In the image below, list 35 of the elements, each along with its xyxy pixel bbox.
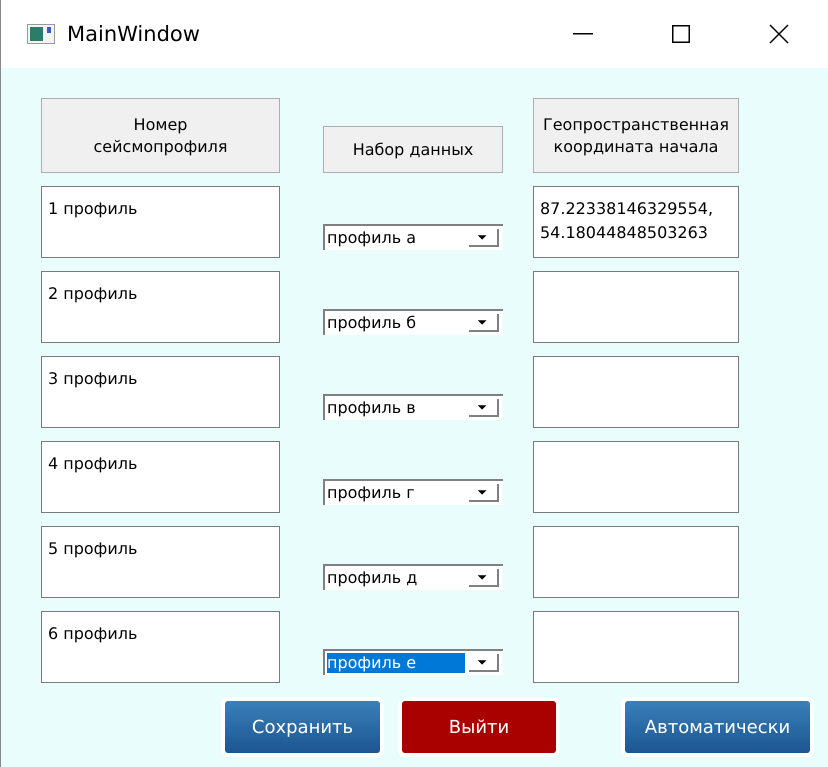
column-header[interactable]: Набор данных [323, 126, 503, 173]
close-icon[interactable] [769, 24, 789, 44]
dropdown[interactable]: профиль б [323, 309, 503, 335]
text-field[interactable]: 2 профиль [41, 271, 280, 343]
minimize-icon[interactable] [573, 33, 593, 35]
maximize-icon[interactable] [672, 25, 690, 43]
dropdown[interactable]: профиль а [323, 224, 503, 250]
caret-icon [469, 399, 499, 417]
caret-icon [469, 654, 499, 672]
dropdown[interactable]: профиль е [323, 649, 503, 675]
text-field[interactable] [533, 441, 739, 513]
text-field[interactable]: 5 профиль [41, 526, 280, 598]
text-field[interactable] [533, 611, 739, 683]
text-field[interactable]: 6 профиль [41, 611, 280, 683]
text-field[interactable]: 87.22338146329554, 54.18044848503263 [533, 186, 739, 258]
caret-icon [469, 229, 499, 247]
text-field[interactable] [533, 356, 739, 428]
action-button[interactable]: Автоматически [625, 701, 810, 753]
text-field[interactable]: 1 профиль [41, 186, 280, 258]
window-title: MainWindow [67, 22, 201, 46]
exit-button[interactable]: Выйти [402, 701, 556, 753]
column-header[interactable]: Номер сейсмопрофиля [41, 98, 280, 173]
text-field[interactable] [533, 271, 739, 343]
text-field[interactable]: 3 профиль [41, 356, 280, 428]
dropdown[interactable]: профиль д [323, 564, 503, 590]
column-header[interactable]: Геопространственная координата начала [533, 98, 739, 173]
caret-icon [469, 484, 499, 502]
text-field[interactable]: 4 профиль [41, 441, 280, 513]
caret-icon [469, 314, 499, 332]
app-icon [27, 24, 55, 44]
action-button[interactable]: Сохранить [225, 701, 380, 753]
text-field[interactable] [533, 526, 739, 598]
dropdown[interactable]: профиль в [323, 394, 503, 420]
dropdown[interactable]: профиль г [323, 479, 503, 505]
caret-icon [469, 569, 499, 587]
